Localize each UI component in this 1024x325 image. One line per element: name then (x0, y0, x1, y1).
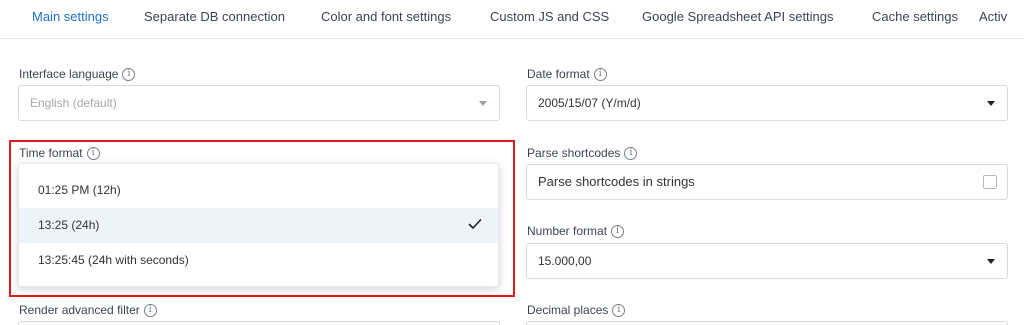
info-icon[interactable]: i (86, 146, 100, 160)
caret-down-icon (479, 101, 487, 106)
time-format-option-12h[interactable]: 01:25 PM (12h) (19, 173, 498, 208)
caret-down-icon (987, 101, 995, 106)
number-format-label: Number format i (527, 224, 625, 238)
interface-language-value: English (default) (30, 96, 117, 110)
decimal-places-label: Decimal places i (527, 303, 626, 317)
date-format-select[interactable]: 2005/15/07 (Y/m/d) (526, 85, 1008, 121)
time-format-option-24h[interactable]: 13:25 (24h) (19, 208, 498, 243)
caret-down-icon (987, 259, 995, 264)
interface-language-label-text: Interface language (19, 67, 119, 81)
time-format-label: Time format i (19, 146, 100, 160)
parse-shortcodes-row[interactable]: Parse shortcodes in strings (526, 164, 1008, 200)
date-format-label-text: Date format (527, 67, 590, 81)
number-format-label-text: Number format (527, 224, 608, 238)
time-format-label-text: Time format (19, 146, 83, 160)
info-icon[interactable]: i (143, 303, 157, 317)
tab-google-spreadsheet-api-settings[interactable]: Google Spreadsheet API settings (642, 0, 834, 38)
interface-language-label: Interface language i (19, 67, 136, 81)
tab-custom-js-and-css[interactable]: Custom JS and CSS (490, 0, 609, 38)
info-icon[interactable]: i (624, 146, 638, 160)
tab-separate-db-connection[interactable]: Separate DB connection (144, 0, 285, 38)
interface-language-select[interactable]: English (default) (18, 85, 500, 121)
info-icon[interactable]: i (611, 224, 625, 238)
check-icon (468, 219, 482, 229)
parse-shortcodes-label-text: Parse shortcodes (527, 146, 621, 160)
info-icon[interactable]: i (122, 67, 136, 81)
parse-shortcodes-checkbox-label: Parse shortcodes in strings (538, 174, 695, 189)
decimal-places-label-text: Decimal places (527, 303, 609, 317)
option-label: 13:25 (24h) (38, 218, 100, 232)
time-format-dropdown: 01:25 PM (12h) 13:25 (24h) 13:25:45 (24h… (18, 163, 499, 287)
parse-shortcodes-label: Parse shortcodes i (527, 146, 638, 160)
date-format-label: Date format i (527, 67, 607, 81)
parse-shortcodes-checkbox[interactable] (983, 175, 997, 189)
decimal-places-stepper[interactable] (526, 321, 1008, 325)
option-label: 13:25:45 (24h with seconds) (38, 253, 189, 267)
option-label: 01:25 PM (12h) (38, 183, 121, 197)
tab-activ[interactable]: Activ (979, 0, 1007, 38)
render-advanced-filter-select[interactable] (18, 321, 500, 325)
number-format-select[interactable]: 15.000,00 (526, 243, 1008, 279)
tab-cache-settings[interactable]: Cache settings (872, 0, 958, 38)
render-advanced-filter-label-text: Render advanced filter (19, 303, 140, 317)
date-format-value: 2005/15/07 (Y/m/d) (538, 96, 641, 110)
time-format-option-24h-seconds[interactable]: 13:25:45 (24h with seconds) (19, 243, 498, 278)
tab-color-and-font-settings[interactable]: Color and font settings (321, 0, 451, 38)
tab-main-settings[interactable]: Main settings (32, 0, 109, 38)
render-advanced-filter-label: Render advanced filter i (19, 303, 157, 317)
settings-tabs: Main settings Separate DB connection Col… (0, 0, 1024, 39)
info-icon[interactable]: i (593, 67, 607, 81)
info-icon[interactable]: i (612, 303, 626, 317)
number-format-value: 15.000,00 (538, 254, 592, 268)
